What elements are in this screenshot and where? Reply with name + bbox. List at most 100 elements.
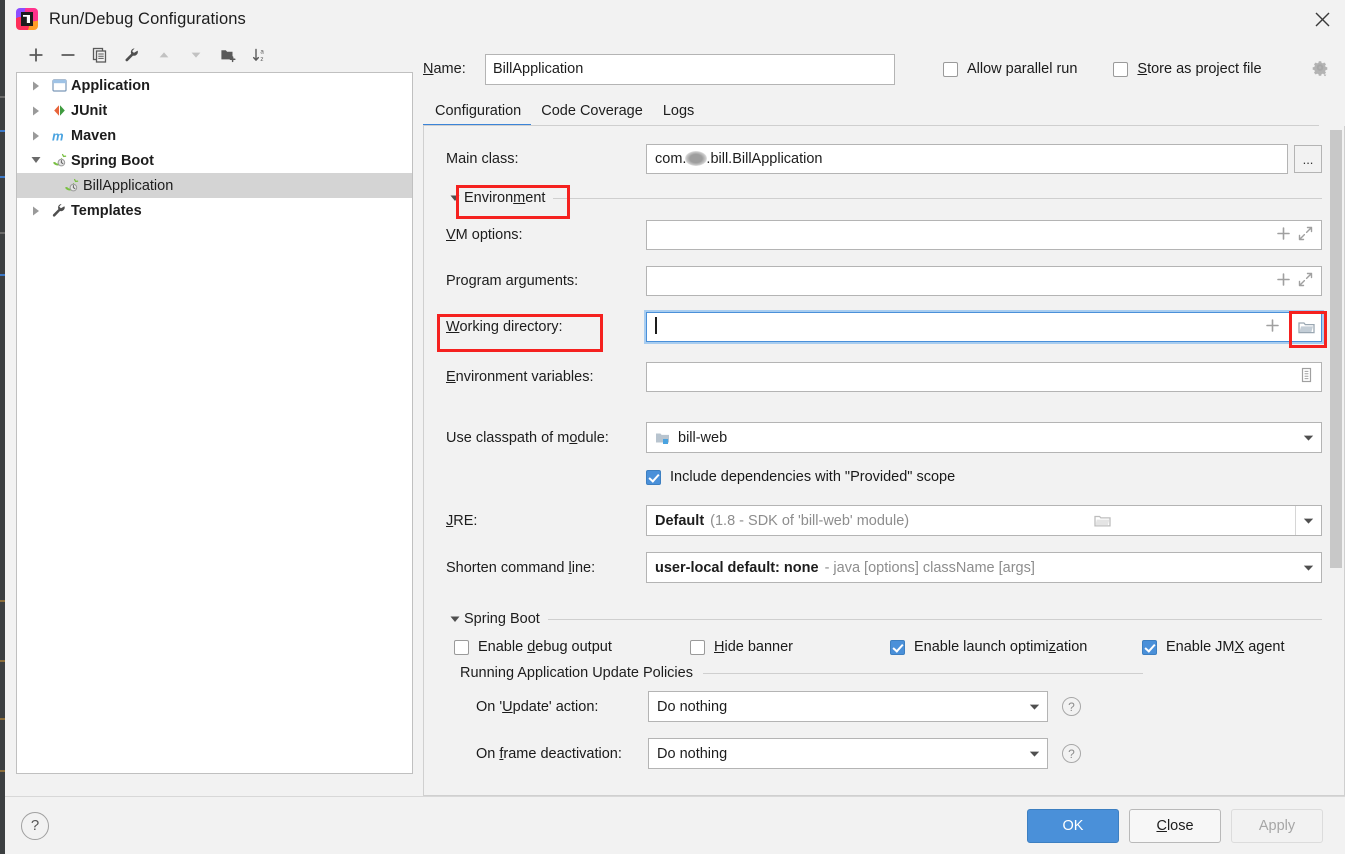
sort-az-icon[interactable]: a z	[245, 41, 275, 69]
tree-item-label: BillApplication	[83, 177, 174, 194]
checkbox-box[interactable]	[690, 639, 705, 655]
collapse-arrow-icon[interactable]	[25, 156, 47, 165]
tab-configuration[interactable]: Configuration	[423, 103, 532, 127]
chevron-down-icon[interactable]	[1021, 750, 1047, 758]
tree-item-label: Application	[71, 77, 150, 94]
program-arguments-label: Program arguments:	[446, 273, 579, 289]
folder-add-icon[interactable]	[213, 41, 243, 69]
expand-arrow-icon[interactable]	[25, 131, 47, 141]
working-directory-input[interactable]	[646, 311, 1327, 348]
name-row: Name: Allow parallel run Store as projec…	[423, 38, 1345, 92]
folder-icon[interactable]	[1089, 514, 1115, 528]
program-arguments-input[interactable]	[646, 266, 1322, 296]
working-directory-row: Working directory:	[437, 311, 1327, 352]
expand-icon[interactable]	[1298, 226, 1313, 245]
wrench-icon[interactable]	[117, 41, 147, 69]
dialog-title: Run/Debug Configurations	[49, 9, 246, 28]
main-class-input[interactable]: com. .bill.BillApplication	[646, 144, 1288, 174]
tree-item-templates[interactable]: Templates	[17, 198, 412, 223]
jre-select[interactable]: Default (1.8 - SDK of 'bill-web' module)	[646, 505, 1322, 536]
chevron-down-icon[interactable]	[1295, 434, 1321, 442]
on-update-action-row: On 'Update' action: Do nothing ?	[476, 691, 1322, 722]
tree-item-junit[interactable]: JUnit	[17, 98, 412, 123]
checkbox-box[interactable]	[1113, 61, 1129, 77]
tree-item-application[interactable]: Application	[17, 73, 412, 98]
working-directory-browse-button[interactable]	[1289, 311, 1327, 348]
main-class-value: com. .bill.BillApplication	[655, 151, 823, 167]
maven-icon: m	[47, 128, 71, 144]
include-provided-scope-checkbox[interactable]: Include dependencies with "Provided" sco…	[646, 469, 1322, 485]
tree-item-spring-boot[interactable]: Spring Boot	[17, 148, 412, 173]
section-divider	[702, 672, 1143, 674]
close-icon[interactable]	[1299, 0, 1345, 38]
store-as-project-file-checkbox[interactable]: Store as project file	[1113, 61, 1262, 77]
expand-arrow-icon[interactable]	[25, 81, 47, 91]
collapse-arrow-icon[interactable]	[446, 194, 464, 203]
chevron-down-icon[interactable]	[1294, 506, 1321, 535]
ok-button[interactable]: OK	[1027, 808, 1119, 843]
on-frame-deactivation-row: On frame deactivation: Do nothing ?	[476, 738, 1322, 769]
spring-boot-checkboxes: Enable debug output Hide banner Enable l…	[454, 639, 1322, 655]
list-edit-icon[interactable]	[1299, 367, 1313, 387]
environment-variables-input[interactable]	[646, 362, 1322, 392]
tab-code-coverage[interactable]: Code Coverage	[531, 103, 653, 126]
help-icon[interactable]: ?	[1062, 697, 1081, 716]
tree-item-maven[interactable]: m Maven	[17, 123, 412, 148]
environment-section-header: Environment	[446, 185, 1322, 219]
intellij-idea-icon	[16, 8, 38, 30]
tab-logs[interactable]: Logs	[653, 103, 704, 126]
expand-icon[interactable]	[1298, 272, 1313, 291]
svg-text:m: m	[52, 129, 64, 144]
chevron-down-icon[interactable]	[1295, 564, 1321, 572]
tree-item-billapplication[interactable]: BillApplication	[17, 173, 412, 198]
store-as-project-file-label: Store as project file	[1137, 61, 1262, 77]
checkbox-box[interactable]	[1142, 639, 1157, 655]
on-frame-deactivation-value: Do nothing	[657, 745, 728, 762]
plus-icon[interactable]	[1276, 226, 1291, 245]
name-input[interactable]	[485, 53, 895, 85]
configurations-pane: a z Application JUnit m Maven Spring Boo…	[5, 38, 413, 796]
shorten-command-line-select[interactable]: user-local default: none - java [options…	[646, 552, 1322, 583]
add-configuration-button[interactable]	[21, 41, 51, 69]
hide-banner-checkbox[interactable]: Hide banner	[690, 639, 890, 655]
update-policies-title: Running Application Update Policies	[460, 665, 693, 681]
plus-icon[interactable]	[1265, 318, 1280, 337]
use-classpath-module-select[interactable]: bill-web	[646, 422, 1322, 453]
plus-icon[interactable]	[1276, 272, 1291, 291]
collapse-arrow-icon[interactable]	[446, 615, 464, 624]
checkbox-box[interactable]	[890, 639, 905, 655]
shorten-command-line-row: Shorten command line: user-local default…	[446, 552, 1322, 583]
arrow-down-icon[interactable]	[181, 41, 211, 69]
enable-jmx-agent-checkbox[interactable]: Enable JMX agent	[1142, 639, 1285, 655]
configurations-tree[interactable]: Application JUnit m Maven Spring Boot Bi…	[16, 72, 413, 774]
help-icon[interactable]: ?	[21, 811, 49, 840]
section-divider	[553, 197, 1322, 199]
checkbox-box[interactable]	[454, 639, 469, 655]
text-cursor	[655, 316, 657, 334]
expand-arrow-icon[interactable]	[25, 206, 47, 216]
main-class-browse-button[interactable]: ...	[1294, 145, 1322, 173]
on-frame-deactivation-select[interactable]: Do nothing	[648, 738, 1048, 769]
on-update-action-select[interactable]: Do nothing	[648, 691, 1048, 722]
remove-configuration-button[interactable]	[53, 41, 83, 69]
vm-options-input[interactable]	[646, 220, 1322, 250]
spring-boot-icon	[47, 153, 71, 168]
chevron-down-icon[interactable]	[1021, 703, 1047, 711]
spring-boot-icon	[59, 178, 83, 193]
help-icon[interactable]: ?	[1062, 744, 1081, 763]
copy-configuration-button[interactable]	[85, 41, 115, 69]
spring-boot-section-header: Spring Boot	[446, 611, 1322, 627]
allow-parallel-run-checkbox[interactable]: Allow parallel run	[943, 61, 1077, 77]
jre-row: JRE: Default (1.8 - SDK of 'bill-web' mo…	[446, 505, 1322, 536]
close-button[interactable]: Close	[1129, 808, 1221, 843]
checkbox-box[interactable]	[646, 469, 661, 485]
include-provided-scope-label: Include dependencies with "Provided" sco…	[670, 469, 956, 485]
expand-arrow-icon[interactable]	[25, 106, 47, 116]
gear-dropdown-icon[interactable]	[1310, 59, 1330, 79]
enable-launch-optimization-checkbox[interactable]: Enable launch optimization	[890, 639, 1142, 655]
apply-button[interactable]: Apply	[1231, 808, 1323, 843]
shorten-command-line-detail: - java [options] className [args]	[824, 559, 1035, 576]
enable-debug-output-checkbox[interactable]: Enable debug output	[454, 639, 690, 655]
arrow-up-icon[interactable]	[149, 41, 179, 69]
checkbox-box[interactable]	[943, 61, 958, 77]
